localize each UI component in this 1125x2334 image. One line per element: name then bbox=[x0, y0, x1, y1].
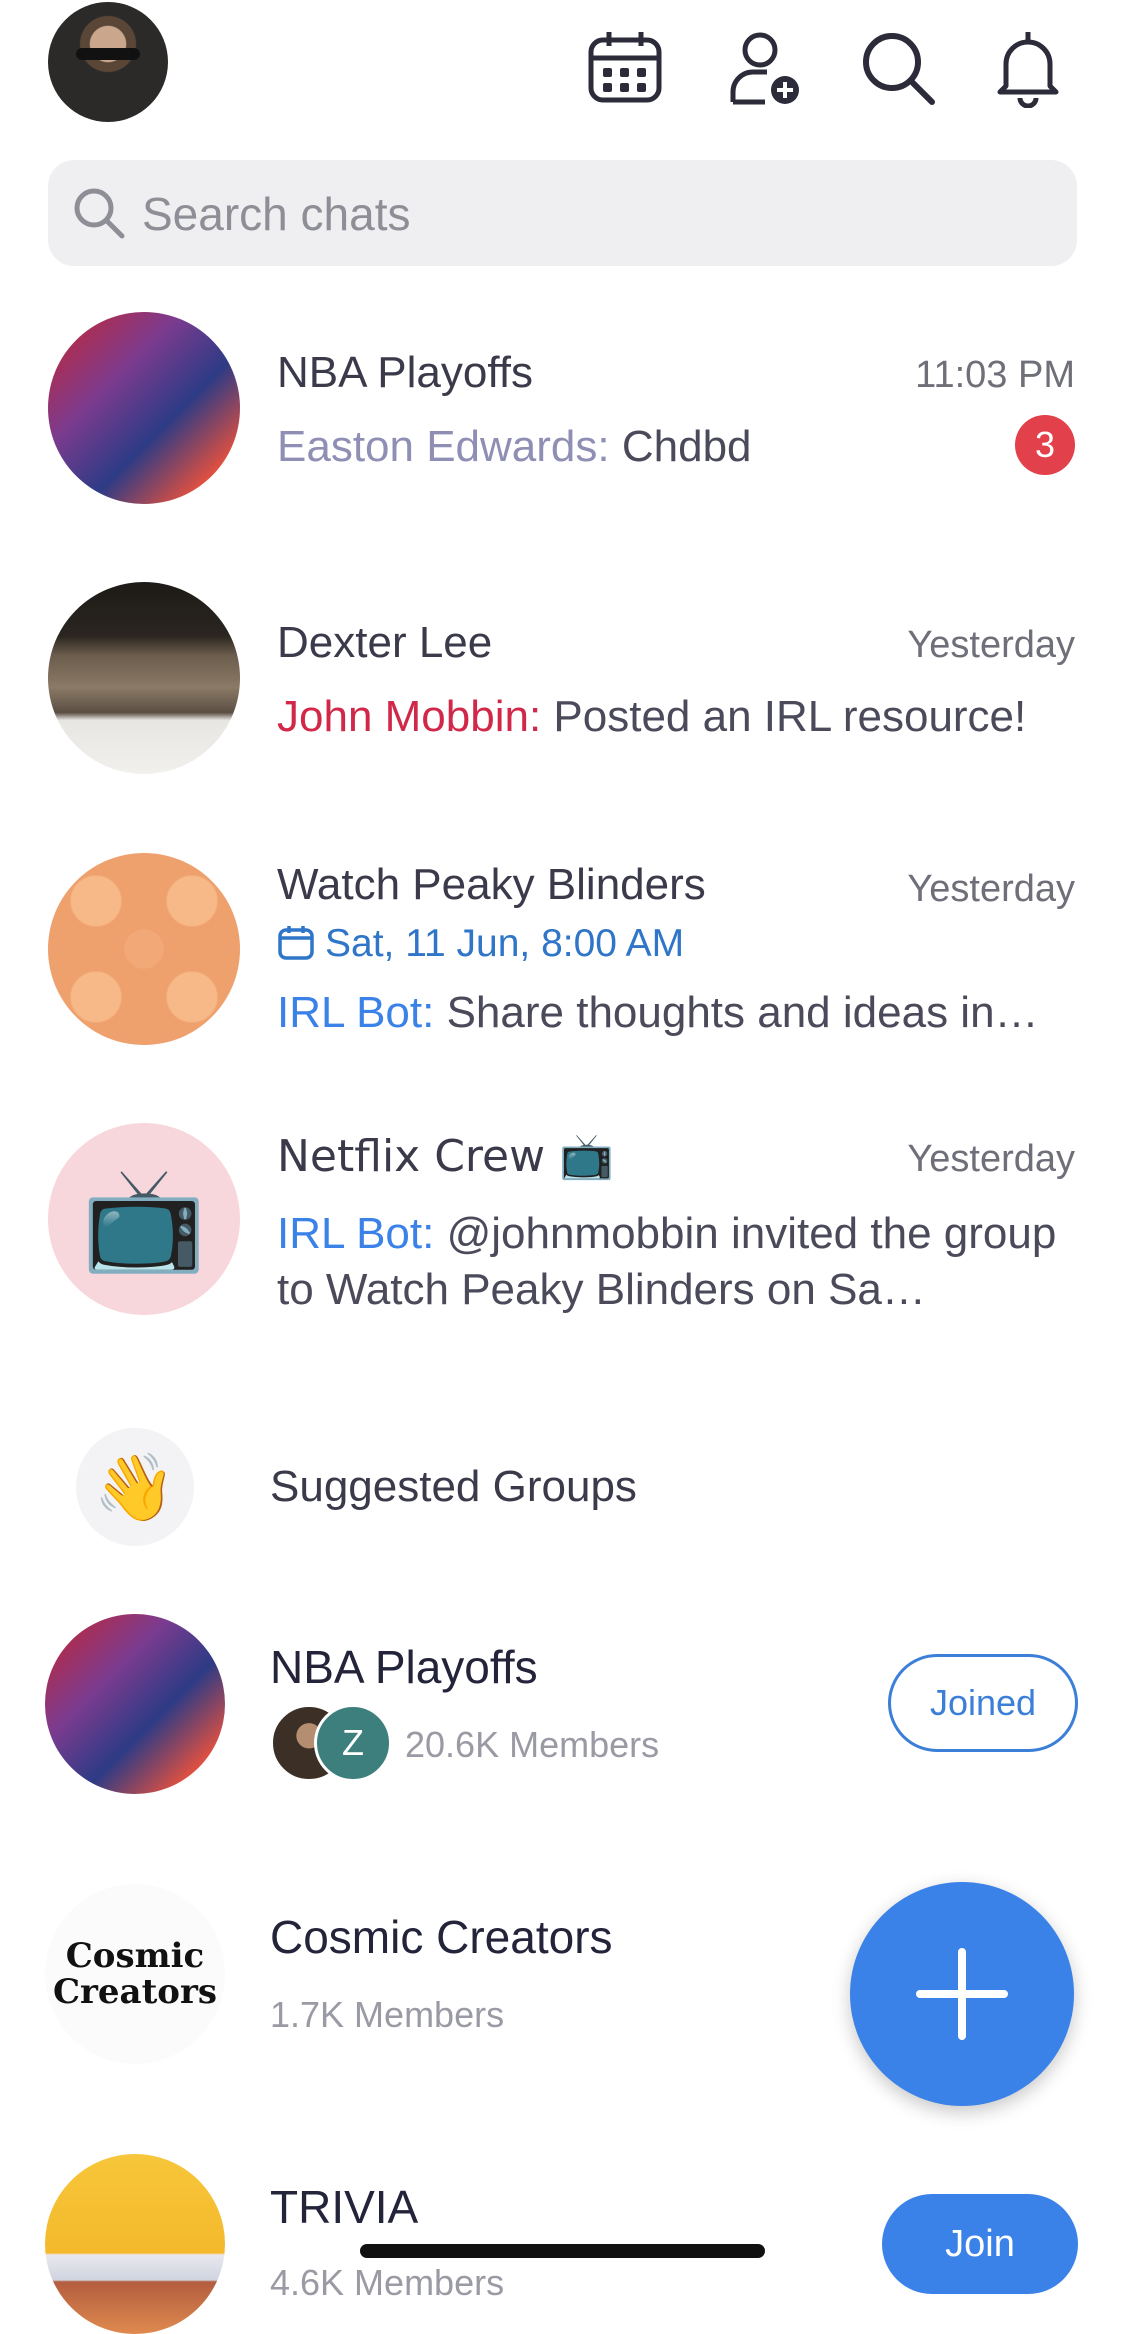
calendar-icon bbox=[278, 926, 314, 960]
chat-preview: Easton Edwards: Chdbd bbox=[277, 422, 1077, 472]
group-avatar bbox=[45, 1614, 225, 1794]
cosmic-creators-logo-line2: Creators bbox=[52, 1972, 218, 2012]
chat-message: Posted an IRL resource! bbox=[553, 692, 1027, 741]
chat-sender: John Mobbin: bbox=[277, 692, 542, 741]
chat-sender: Easton Edwards: bbox=[277, 422, 610, 471]
chat-message: Share thoughts and ideas in… bbox=[446, 988, 1039, 1037]
chat-title: Netflix Crew 📺 bbox=[277, 1131, 614, 1182]
chat-time: 11:03 PM bbox=[915, 354, 1075, 396]
joined-button[interactable]: Joined bbox=[888, 1654, 1078, 1752]
member-avatars: Z bbox=[270, 1704, 400, 1782]
add-user-icon[interactable] bbox=[725, 28, 805, 108]
group-name: Cosmic Creators bbox=[270, 1911, 613, 1963]
chat-row-dexter-lee[interactable]: Dexter Lee Yesterday John Mobbin: Posted… bbox=[0, 580, 1125, 810]
chat-avatar bbox=[48, 853, 240, 1045]
search-input[interactable] bbox=[140, 178, 1044, 250]
chat-sender: IRL Bot: bbox=[277, 988, 435, 1037]
join-button[interactable]: Join bbox=[882, 2194, 1078, 2294]
waving-hand-icon: 👋 bbox=[76, 1428, 194, 1546]
chat-time: Yesterday bbox=[907, 868, 1075, 910]
chat-message: Chdbd bbox=[621, 422, 752, 471]
group-name: TRIVIA bbox=[270, 2181, 419, 2233]
search-icon[interactable] bbox=[858, 28, 938, 108]
chat-row-watch-peaky-blinders[interactable]: Watch Peaky Blinders Yesterday Sat, 11 J… bbox=[0, 850, 1125, 1080]
chat-preview: IRL Bot: @johnmobbin invited the group t… bbox=[277, 1206, 1067, 1318]
chat-preview: IRL Bot: Share thoughts and ideas in… bbox=[277, 988, 1077, 1038]
new-chat-button[interactable] bbox=[850, 1882, 1074, 2106]
chat-time: Yesterday bbox=[907, 1138, 1075, 1180]
chat-title: Watch Peaky Blinders bbox=[277, 860, 706, 909]
tv-icon: 📺 bbox=[48, 1123, 240, 1315]
profile-avatar[interactable] bbox=[48, 2, 168, 122]
plus-icon bbox=[916, 1948, 1008, 2040]
group-members: 1.7K Members bbox=[270, 1994, 505, 2035]
chat-preview: John Mobbin: Posted an IRL resource! bbox=[277, 692, 1077, 742]
group-row-trivia[interactable]: TRIVIA 4.6K Members Join bbox=[0, 2152, 1125, 2334]
group-row-nba-playoffs[interactable]: NBA Playoffs Z 20.6K Members Joined bbox=[0, 1612, 1125, 1802]
group-avatar: Cosmic Creators bbox=[45, 1884, 225, 2064]
search-icon bbox=[70, 184, 128, 242]
bell-icon[interactable] bbox=[988, 28, 1068, 109]
chat-row-netflix-crew[interactable]: 📺 Netflix Crew 📺 Yesterday IRL Bot: @joh… bbox=[0, 1120, 1125, 1350]
group-name: NBA Playoffs bbox=[270, 1641, 538, 1693]
chat-avatar bbox=[48, 312, 240, 504]
group-members: 20.6K Members bbox=[405, 1724, 660, 1765]
calendar-icon[interactable] bbox=[585, 28, 665, 108]
group-avatar bbox=[45, 2154, 225, 2334]
chat-title: Dexter Lee bbox=[277, 618, 493, 667]
chat-sender: IRL Bot: bbox=[277, 1209, 435, 1258]
top-bar bbox=[0, 0, 1125, 150]
chat-avatar bbox=[48, 582, 240, 774]
event-date[interactable]: Sat, 11 Jun, 8:00 AM bbox=[277, 922, 684, 966]
chat-row-nba-playoffs[interactable]: NBA Playoffs 11:03 PM Easton Edwards: Ch… bbox=[0, 310, 1125, 540]
chat-time: Yesterday bbox=[907, 624, 1075, 666]
home-indicator[interactable] bbox=[360, 2244, 765, 2258]
search-bar[interactable] bbox=[48, 160, 1077, 266]
unread-badge: 3 bbox=[1015, 415, 1075, 475]
cosmic-creators-logo-line1: Cosmic bbox=[65, 1936, 205, 1976]
event-date-text: Sat, 11 Jun, 8:00 AM bbox=[325, 922, 685, 965]
suggested-groups-label: Suggested Groups bbox=[270, 1462, 637, 1511]
member-avatar: Z bbox=[314, 1704, 392, 1782]
tv-emoji: 📺 bbox=[81, 1160, 207, 1277]
chat-title: NBA Playoffs bbox=[277, 348, 533, 397]
group-members: 4.6K Members bbox=[270, 2262, 505, 2303]
